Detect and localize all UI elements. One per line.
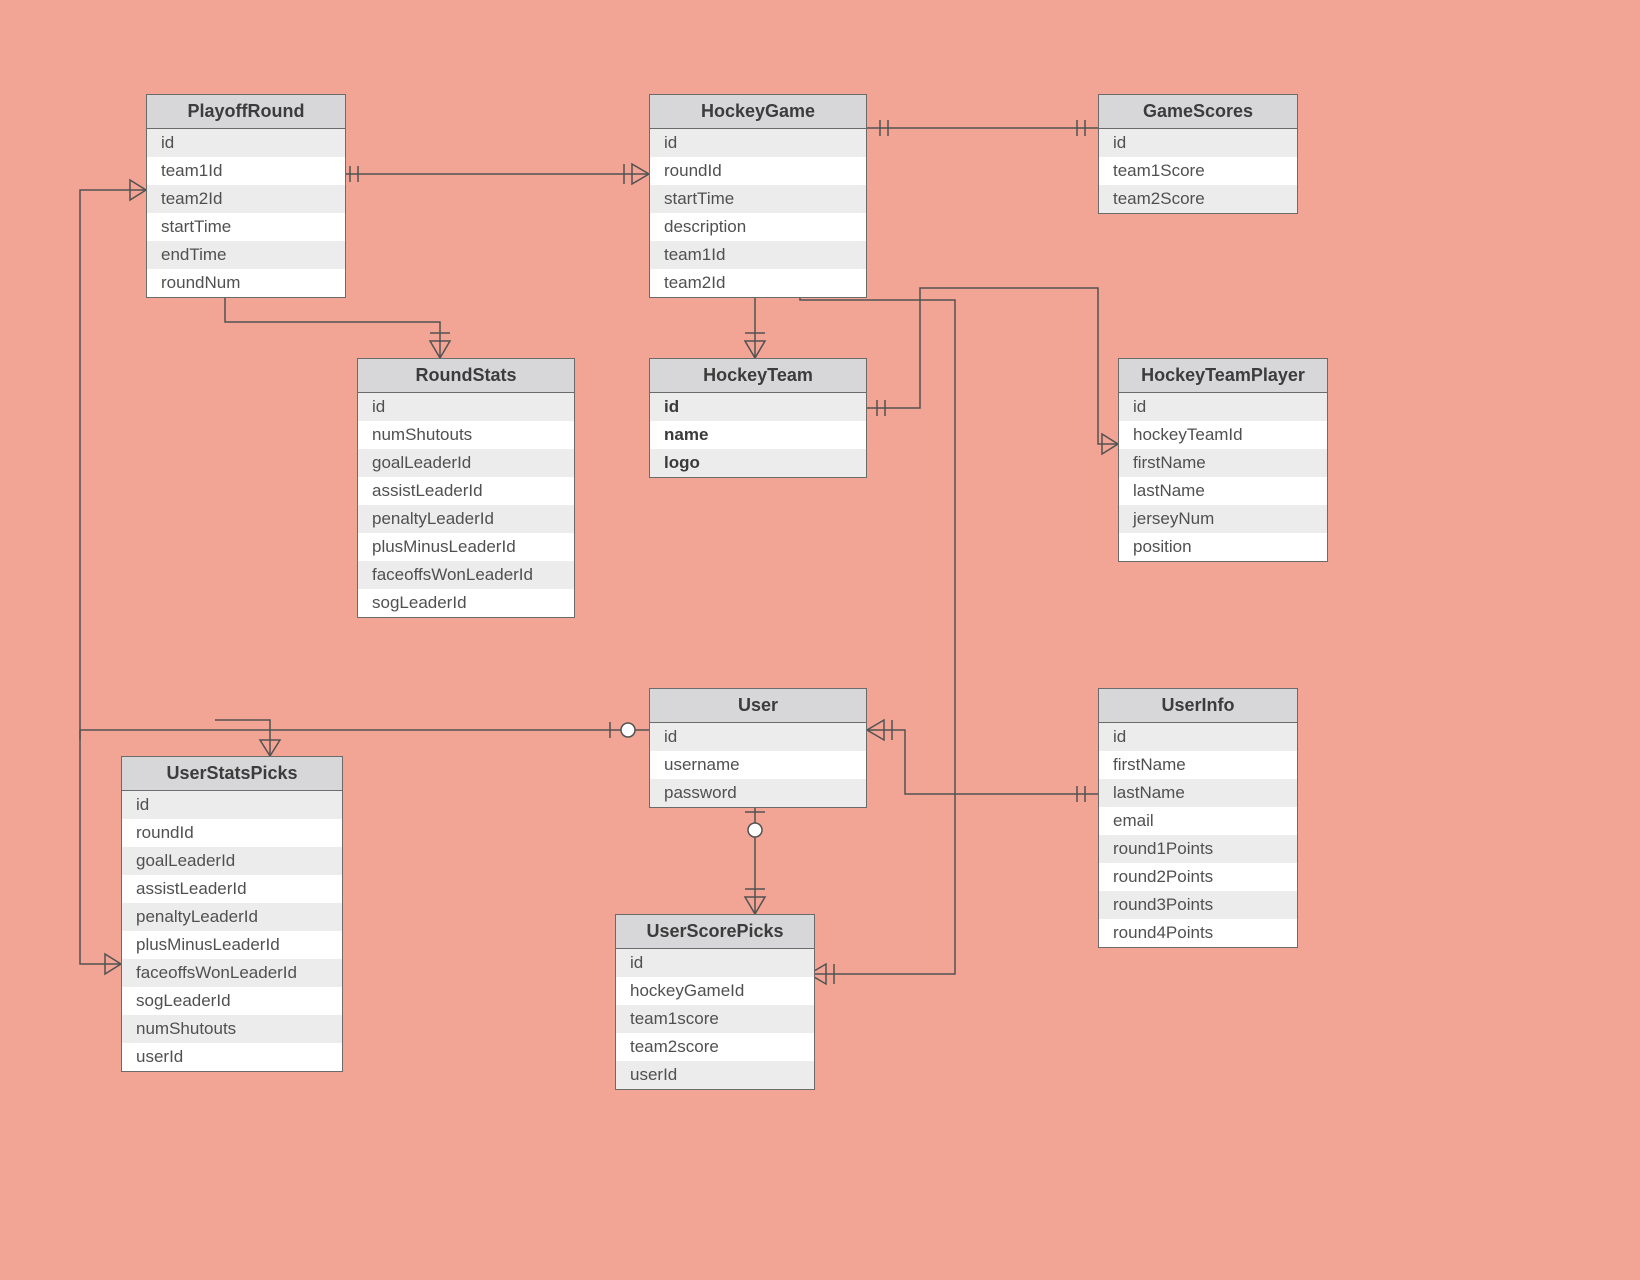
entity-field: round4Points <box>1099 919 1297 947</box>
entity-field: lastName <box>1099 779 1297 807</box>
entity-field: id <box>650 393 866 421</box>
entity-header: RoundStats <box>358 359 574 393</box>
entity-field: plusMinusLeaderId <box>358 533 574 561</box>
entity-header: PlayoffRound <box>147 95 345 129</box>
entity-field: roundId <box>650 157 866 185</box>
entity-field: id <box>358 393 574 421</box>
entity-field: id <box>650 723 866 751</box>
entity-field: hockeyGameId <box>616 977 814 1005</box>
entity-header: UserScorePicks <box>616 915 814 949</box>
entity-field: firstName <box>1099 751 1297 779</box>
entity-field: lastName <box>1119 477 1327 505</box>
entity-field: faceoffsWonLeaderId <box>358 561 574 589</box>
entity-field: jerseyNum <box>1119 505 1327 533</box>
entity-field: penaltyLeaderId <box>358 505 574 533</box>
entity-hockeyteam: HockeyTeam id name logo <box>649 358 867 478</box>
entity-field: sogLeaderId <box>358 589 574 617</box>
entity-field: goalLeaderId <box>122 847 342 875</box>
entity-field: name <box>650 421 866 449</box>
entity-field: userId <box>122 1043 342 1071</box>
entity-field: team1Id <box>147 157 345 185</box>
entity-field: assistLeaderId <box>358 477 574 505</box>
entity-hockeyteamplayer: HockeyTeamPlayer id hockeyTeamId firstNa… <box>1118 358 1328 562</box>
entity-header: User <box>650 689 866 723</box>
entity-field: logo <box>650 449 866 477</box>
entity-field: id <box>1099 723 1297 751</box>
entity-field: startTime <box>147 213 345 241</box>
entity-field: id <box>650 129 866 157</box>
entity-header: UserInfo <box>1099 689 1297 723</box>
entity-field: faceoffsWonLeaderId <box>122 959 342 987</box>
entity-field: numShutouts <box>122 1015 342 1043</box>
entity-gamescores: GameScores id team1Score team2Score <box>1098 94 1298 214</box>
entity-field: numShutouts <box>358 421 574 449</box>
entity-field: position <box>1119 533 1327 561</box>
entity-user: User id username password <box>649 688 867 808</box>
entity-field: roundNum <box>147 269 345 297</box>
entity-field: round3Points <box>1099 891 1297 919</box>
entity-userinfo: UserInfo id firstName lastName email rou… <box>1098 688 1298 948</box>
entity-field: id <box>147 129 345 157</box>
entity-field: id <box>616 949 814 977</box>
entity-header: GameScores <box>1099 95 1297 129</box>
entity-header: HockeyTeam <box>650 359 866 393</box>
entity-field: team1Id <box>650 241 866 269</box>
entity-field: password <box>650 779 866 807</box>
entity-field: hockeyTeamId <box>1119 421 1327 449</box>
entity-field: id <box>1099 129 1297 157</box>
entity-field: goalLeaderId <box>358 449 574 477</box>
entity-header: HockeyGame <box>650 95 866 129</box>
entity-field: team2Id <box>650 269 866 297</box>
entity-field: firstName <box>1119 449 1327 477</box>
entity-field: team1Score <box>1099 157 1297 185</box>
entity-field: email <box>1099 807 1297 835</box>
entity-field: plusMinusLeaderId <box>122 931 342 959</box>
entity-roundstats: RoundStats id numShutouts goalLeaderId a… <box>357 358 575 618</box>
entity-field: team1score <box>616 1005 814 1033</box>
entity-field: startTime <box>650 185 866 213</box>
entity-field: description <box>650 213 866 241</box>
entity-header: HockeyTeamPlayer <box>1119 359 1327 393</box>
entity-field: team2Id <box>147 185 345 213</box>
entity-hockeygame: HockeyGame id roundId startTime descript… <box>649 94 867 298</box>
entity-field: round1Points <box>1099 835 1297 863</box>
entity-field: sogLeaderId <box>122 987 342 1015</box>
entity-playoffround: PlayoffRound id team1Id team2Id startTim… <box>146 94 346 298</box>
entity-field: team2Score <box>1099 185 1297 213</box>
entity-header: UserStatsPicks <box>122 757 342 791</box>
entity-field: id <box>1119 393 1327 421</box>
entity-field: assistLeaderId <box>122 875 342 903</box>
entity-field: penaltyLeaderId <box>122 903 342 931</box>
entity-field: team2score <box>616 1033 814 1061</box>
entity-field: userId <box>616 1061 814 1089</box>
entity-field: round2Points <box>1099 863 1297 891</box>
entity-field: id <box>122 791 342 819</box>
entity-field: roundId <box>122 819 342 847</box>
entity-field: endTime <box>147 241 345 269</box>
entity-field: username <box>650 751 866 779</box>
entity-userstatspicks: UserStatsPicks id roundId goalLeaderId a… <box>121 756 343 1072</box>
entity-userscorepicks: UserScorePicks id hockeyGameId team1scor… <box>615 914 815 1090</box>
